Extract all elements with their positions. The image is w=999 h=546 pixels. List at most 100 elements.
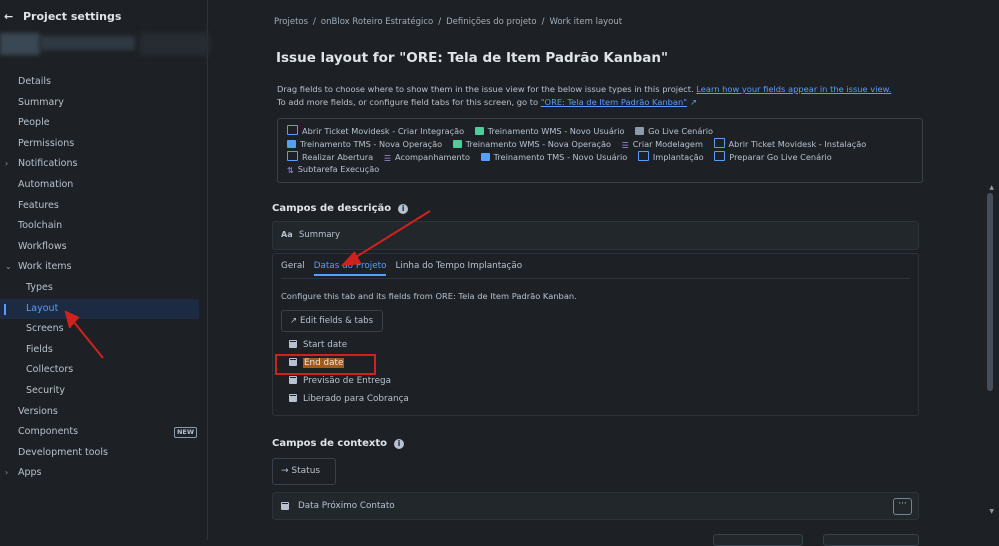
- bottom-button[interactable]: [713, 534, 803, 546]
- issue-type: Implantação: [637, 151, 704, 162]
- issue-types-box: Abrir Ticket Movidesk - Criar Integração…: [277, 118, 923, 183]
- issue-type-label: Treinamento TMS - Nova Operação: [300, 139, 443, 149]
- page-title: Issue layout for "ORE: Tela de Item Padr…: [276, 50, 669, 66]
- info-icon[interactable]: i: [393, 439, 404, 449]
- sidebar-item-label: Fields: [26, 343, 53, 355]
- issue-type: Abrir Ticket Movidesk - Criar Integração: [287, 125, 464, 136]
- issue-type: Treinamento WMS - Nova Operação: [452, 139, 611, 149]
- issue-type: Abrir Ticket Movidesk - Instalação: [713, 138, 866, 149]
- new-badge: NEW: [173, 427, 197, 439]
- sidebar-item-fields[interactable]: Fields: [0, 340, 207, 361]
- sidebar-item-label: Layout: [26, 302, 59, 314]
- checkbox-task-icon: [287, 125, 298, 135]
- checkbox-task-icon: [714, 151, 726, 161]
- summary-field-row[interactable]: Aa Summary: [272, 221, 919, 250]
- sidebar-item-types[interactable]: Types: [0, 278, 207, 299]
- chevron-down-icon[interactable]: ⌄: [5, 257, 12, 278]
- issue-type: ☰ Criar Modelagem: [622, 139, 703, 150]
- sidebar-item-label: Collectors: [26, 364, 74, 376]
- breadcrumb-current: Work item layout: [549, 17, 623, 27]
- info-icon[interactable]: i: [398, 204, 409, 214]
- tab-linha-do-tempo[interactable]: Linha do Tempo Implantação: [395, 261, 522, 276]
- status-label: Status: [291, 466, 321, 476]
- edit-button-label: Edit fields & tabs: [299, 316, 374, 326]
- tab-datas-do-projeto[interactable]: Datas do Projeto: [313, 261, 387, 276]
- calendar-icon: [281, 502, 289, 510]
- scroll-down-icon[interactable]: ▼: [989, 508, 994, 515]
- field-label: Liberado para Cobrança: [303, 394, 409, 404]
- project-avatar-blurred: [0, 33, 40, 55]
- sidebar-item-people[interactable]: People: [0, 113, 207, 134]
- sidebar-item-components[interactable]: Components NEW: [0, 422, 207, 443]
- sidebar-item-permissions[interactable]: Permissions: [0, 134, 207, 155]
- sidebar-item-screens[interactable]: Screens: [0, 319, 207, 340]
- breadcrumb-settings[interactable]: Definições do projeto: [446, 17, 536, 27]
- layout-description: Drag fields to choose where to show them…: [277, 83, 891, 109]
- back-arrow-icon[interactable]: ←: [4, 10, 18, 23]
- field-data-proximo-contato[interactable]: Data Próximo Contato ···: [272, 492, 919, 520]
- field-tabs: Geral Datas do Projeto Linha do Tempo Im…: [281, 261, 531, 276]
- sidebar-item-development-tools[interactable]: Development tools: [0, 443, 207, 464]
- checkbox-task-icon: [287, 151, 298, 161]
- learn-fields-link[interactable]: Learn how your fields appear in the issu…: [696, 84, 891, 94]
- screen-icon: [635, 127, 645, 135]
- sidebar-item-details[interactable]: Details: [0, 72, 207, 93]
- screen-link[interactable]: "ORE: Tela de Item Padrão Kanban": [541, 97, 687, 107]
- scroll-up-icon[interactable]: ▲: [989, 184, 994, 191]
- main-content: Projetos / onBlox Roteiro Estratégico / Defi…: [208, 0, 999, 546]
- issue-type-label: Preparar Go Live Cenário: [729, 152, 832, 162]
- sidebar-item-apps[interactable]: › Apps: [0, 463, 207, 484]
- issue-type: Treinamento TMS - Novo Usuário: [480, 152, 627, 162]
- annotation-highlight-box: [275, 354, 376, 375]
- sidebar-item-label: Development tools: [18, 446, 108, 458]
- sidebar-item-label: Work items: [18, 261, 72, 273]
- scrollbar-thumb[interactable]: [987, 193, 993, 391]
- issue-type: Go Live Cenário: [635, 126, 713, 136]
- issue-type-label: Realizar Abertura: [302, 152, 374, 162]
- sidebar-item-label: Security: [26, 384, 66, 396]
- sidebar-item-workflows[interactable]: Workflows: [0, 237, 207, 258]
- status-field[interactable]: → Status: [272, 458, 336, 485]
- sidebar-item-layout[interactable]: Layout: [0, 298, 199, 320]
- story-icon: [452, 140, 462, 148]
- sidebar-nav: Details Summary People Permissions › Noti…: [0, 72, 207, 484]
- more-options-button[interactable]: ···: [893, 498, 912, 515]
- sidebar-item-collectors[interactable]: Collectors: [0, 360, 207, 381]
- breadcrumb-projects[interactable]: Projetos: [274, 17, 308, 27]
- issue-type: ⇅ Subtarefa Execução: [287, 164, 379, 175]
- issue-type-label: Acompanhamento: [394, 152, 470, 162]
- checkbox-task-icon: [637, 151, 649, 161]
- section-title-text: Campos de contexto: [272, 438, 387, 449]
- field-previsao-entrega[interactable]: Previsão de Entrega: [289, 376, 391, 386]
- sidebar-item-label: Permissions: [18, 137, 75, 149]
- field-liberado-cobranca[interactable]: Liberado para Cobrança: [289, 394, 409, 404]
- sidebar-item-label: Summary: [18, 96, 64, 108]
- breadcrumb-project[interactable]: onBlox Roteiro Estratégico: [321, 17, 433, 27]
- sidebar-item-features[interactable]: Features: [0, 196, 207, 217]
- issue-type-label: Treinamento WMS - Nova Operação: [465, 139, 611, 149]
- field-start-date[interactable]: Start date: [289, 340, 347, 350]
- sidebar-item-label: Components: [18, 426, 79, 438]
- chevron-right-icon[interactable]: ›: [5, 463, 8, 484]
- checkbox-task-icon: [713, 138, 725, 148]
- sidebar-header[interactable]: ← Project settings: [4, 8, 121, 24]
- sidebar-item-toolchain[interactable]: Toolchain: [0, 216, 207, 237]
- edit-fields-tabs-button[interactable]: ↗ Edit fields & tabs: [281, 310, 383, 332]
- arrow-right-icon: →: [281, 466, 289, 476]
- issue-type-label: Criar Modelagem: [632, 139, 703, 149]
- issue-types-row: Treinamento TMS - Nova Operação Treiname…: [287, 138, 874, 150]
- chevron-right-icon[interactable]: ›: [5, 154, 8, 175]
- bottom-button[interactable]: [823, 534, 919, 546]
- sidebar-item-security[interactable]: Security: [0, 381, 207, 402]
- sidebar-item-summary[interactable]: Summary: [0, 93, 207, 114]
- tab-geral[interactable]: Geral: [281, 261, 305, 276]
- sidebar-item-notifications[interactable]: › Notifications: [0, 154, 207, 175]
- sidebar-item-label: Apps: [18, 467, 42, 479]
- calendar-icon: [289, 376, 297, 384]
- sidebar-item-automation[interactable]: Automation: [0, 175, 207, 196]
- sidebar-item-versions[interactable]: Versions: [0, 402, 207, 423]
- external-link-icon[interactable]: ↗: [690, 97, 697, 107]
- sidebar-item-work-items[interactable]: ⌄ Work items: [0, 257, 207, 278]
- blurred-region: [140, 33, 210, 55]
- issue-type-label: Abrir Ticket Movidesk - Criar Integração: [302, 126, 465, 136]
